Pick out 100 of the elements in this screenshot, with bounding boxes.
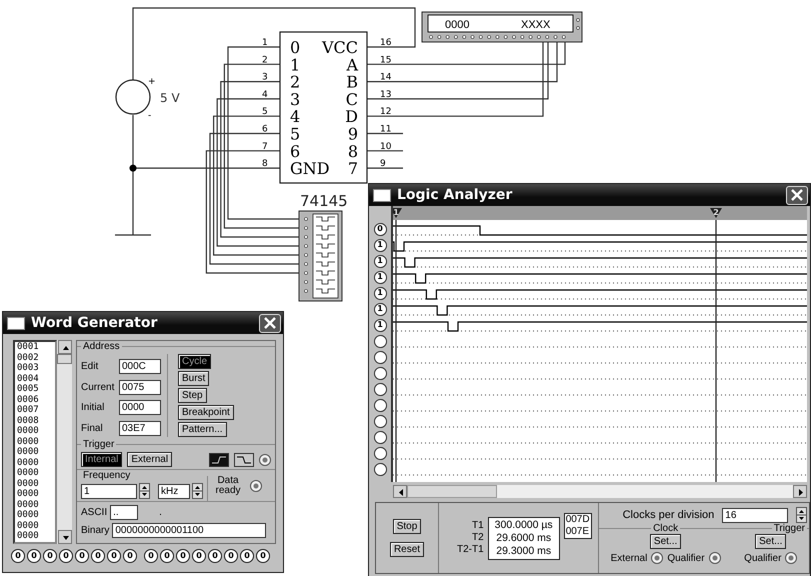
falling-edge-button[interactable] (234, 452, 254, 466)
pin-label: 8 (348, 142, 358, 161)
word-value[interactable]: 0008 (17, 416, 55, 426)
mode-button[interactable]: Burst (178, 371, 210, 386)
frequency-field[interactable]: 1 (81, 484, 137, 498)
close-button[interactable] (259, 314, 281, 332)
junction-dot (130, 164, 136, 172)
channel-indicator (374, 414, 386, 428)
trigger-source-button[interactable]: Internal (81, 452, 122, 467)
voltage-source-icon (115, 79, 151, 115)
channel-indicator (374, 462, 386, 476)
ascii-field[interactable]: .. (110, 505, 138, 520)
word-value[interactable]: 0000 (17, 489, 55, 500)
word-value[interactable]: 0000 (17, 468, 55, 478)
pin-label: C (346, 90, 358, 109)
mode-button[interactable]: Breakpoint (178, 405, 234, 420)
field-label: Initial (81, 402, 106, 414)
bit-indicator: 0 (75, 549, 89, 563)
word-value[interactable]: 0000 (17, 458, 55, 468)
source-label: 5 V (160, 91, 180, 105)
clocks-field[interactable]: 16 (722, 508, 788, 522)
cursor-handle[interactable]: 2 (710, 208, 722, 218)
word-value[interactable]: 0000 (17, 500, 55, 510)
field-label: Binary (81, 525, 110, 536)
mode-button[interactable]: Pattern... (178, 422, 227, 437)
scrollbar[interactable] (393, 485, 807, 498)
scroll-up-button[interactable] (58, 340, 72, 354)
address-field[interactable]: 03E7 (119, 420, 161, 436)
pin-label: 0 (290, 38, 300, 57)
scroll-right-button[interactable] (793, 485, 807, 498)
spin-buttons[interactable] (139, 483, 150, 499)
word-value[interactable]: 0001 (17, 342, 55, 352)
word-value[interactable]: 0006 (17, 394, 55, 405)
data-ready-label: Data ready (214, 476, 242, 496)
window-icon (373, 188, 391, 202)
window-icon (7, 316, 25, 330)
pin-label: 5 (290, 124, 300, 144)
word-value[interactable]: 0000 (17, 520, 55, 531)
field-label: Current (81, 382, 116, 393)
set-button[interactable]: Set... (650, 534, 682, 549)
word-value[interactable]: 0000 (17, 478, 55, 489)
cursor-line[interactable] (395, 220, 397, 482)
word-value[interactable]: 0005 (17, 384, 55, 394)
option-label: Qualifier (667, 552, 705, 564)
pin-number: 2 (262, 55, 268, 66)
bit-indicator: 0 (91, 549, 105, 563)
close-button[interactable] (786, 186, 808, 204)
word-value[interactable]: 0000 (17, 436, 55, 447)
trigger-source-button[interactable]: External (127, 452, 172, 467)
cursor-line[interactable] (715, 220, 717, 482)
word-value[interactable]: 0007 (17, 405, 55, 416)
radio-button[interactable] (708, 552, 721, 564)
set-button[interactable]: Set... (755, 534, 786, 549)
pin-number: 7 (262, 142, 268, 152)
radio-button[interactable] (259, 454, 271, 466)
field-label: Edit (81, 361, 100, 372)
option-label: Qualifier (744, 552, 782, 564)
cursor-handle[interactable]: 1 (393, 208, 402, 218)
radio-button[interactable] (785, 552, 798, 564)
group-label: Clock (652, 523, 680, 534)
pin-number: 12 (380, 107, 392, 118)
word-value[interactable]: 0002 (17, 352, 55, 363)
scrollbar[interactable] (57, 340, 72, 544)
address-field[interactable]: 0000 (119, 400, 161, 416)
scroll-thumb[interactable] (57, 354, 72, 364)
control-button[interactable]: Reset (390, 542, 424, 557)
scroll-down-button[interactable] (58, 530, 72, 544)
spin-buttons[interactable] (796, 507, 808, 523)
binary-field[interactable]: 0000000000001100 (112, 523, 266, 538)
bit-indicator: 0 (27, 549, 41, 563)
address-field[interactable]: 000C (119, 359, 161, 374)
scroll-left-button[interactable] (393, 485, 407, 498)
group-label: Frequency (82, 470, 132, 481)
word-value[interactable]: 0000 (17, 510, 55, 520)
field-label: Clocks per division (622, 509, 714, 521)
display-reading: 0000 (445, 19, 470, 31)
bit-indicator: 0 (43, 549, 57, 563)
word-value[interactable]: 0003 (17, 363, 55, 374)
channel-indicator: 1 (374, 254, 386, 268)
radio-button[interactable] (250, 480, 262, 492)
word-value[interactable]: 0000 (17, 531, 55, 542)
time-label: T1 (472, 520, 484, 532)
address-field[interactable]: 0075 (119, 380, 161, 395)
bit-indicator: 0 (192, 549, 206, 563)
unit-field[interactable]: kHz (158, 484, 190, 498)
radio-button[interactable] (651, 552, 664, 564)
spin-buttons[interactable] (192, 483, 203, 499)
time-label: T2-T1 (457, 544, 484, 556)
bit-indicator: 0 (256, 549, 270, 563)
control-button[interactable]: Stop (392, 519, 422, 534)
mode-button[interactable]: Cycle (178, 354, 212, 369)
polarity-sign: + (148, 77, 156, 87)
rising-edge-button[interactable] (209, 452, 229, 466)
word-value[interactable]: 0004 (17, 374, 55, 384)
scroll-thumb[interactable] (407, 485, 497, 498)
word-value[interactable]: 0000 (17, 447, 55, 458)
pin-number: 15 (380, 55, 392, 66)
pin-label: 3 (290, 90, 300, 109)
mode-button[interactable]: Step (178, 388, 207, 403)
word-value[interactable]: 0000 (17, 426, 55, 436)
